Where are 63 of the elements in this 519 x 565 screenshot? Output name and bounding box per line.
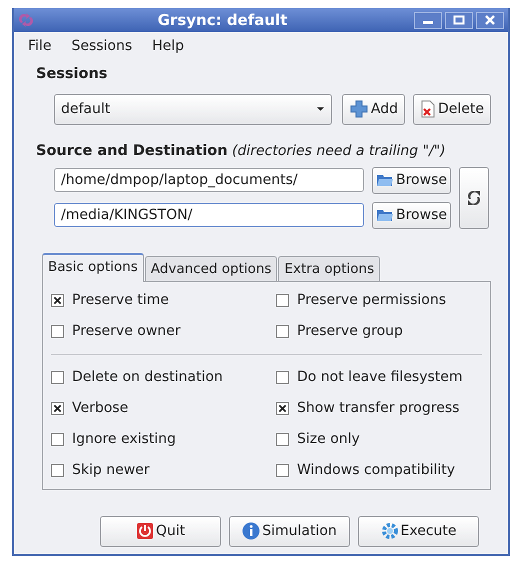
hint-text: (directories need a trailing "/"): [232, 142, 446, 159]
info-icon: [242, 522, 260, 540]
option-label: Do not leave filesystem: [297, 368, 463, 387]
quit-button[interactable]: Quit: [100, 516, 221, 547]
checkbox[interactable]: [276, 432, 289, 446]
close-button[interactable]: [476, 12, 504, 28]
close-icon: [484, 15, 496, 25]
option-label: Ignore existing: [72, 430, 176, 449]
execute-button[interactable]: Execute: [358, 516, 479, 547]
option-label: Preserve owner: [72, 322, 181, 341]
menu-item[interactable]: File: [28, 36, 52, 54]
checkbox[interactable]: [51, 432, 64, 446]
tab[interactable]: Advanced options: [144, 256, 278, 281]
option-label: Verbose: [72, 398, 128, 418]
app-logo-icon: [18, 12, 34, 28]
checkbox[interactable]: [276, 294, 289, 307]
tab[interactable]: Basic options: [42, 252, 144, 282]
refresh-arrows-icon: [466, 190, 482, 206]
option-label: Preserve group: [297, 322, 403, 341]
menu-item[interactable]: Help: [152, 36, 184, 54]
checkbox[interactable]: [51, 402, 64, 415]
check-mark-icon: [53, 296, 62, 305]
folder-icon: [376, 207, 394, 223]
delete-button[interactable]: Delete: [413, 94, 491, 125]
gear-icon: [380, 522, 398, 540]
option-label: Preserve permissions: [297, 290, 446, 310]
session-dropdown[interactable]: default: [54, 94, 332, 125]
option-label: Size only: [297, 430, 360, 449]
checkbox[interactable]: [276, 402, 289, 415]
checkbox[interactable]: [276, 324, 289, 338]
checkbox[interactable]: [51, 324, 64, 338]
folder-icon: [376, 172, 394, 188]
check-mark-icon: [278, 404, 287, 413]
swap-button[interactable]: [458, 166, 489, 228]
window-title: Grsync: default: [156, 10, 288, 31]
check-mark-icon: [53, 404, 62, 413]
checkbox[interactable]: [51, 294, 64, 307]
tab[interactable]: Extra options: [278, 256, 380, 281]
power-icon: [136, 522, 154, 540]
plus-icon: [348, 99, 369, 120]
checkbox[interactable]: [51, 370, 64, 384]
maximize-icon: [453, 15, 465, 25]
checkbox[interactable]: [276, 370, 289, 384]
source-field[interactable]: /home/dmpop/laptop_documents/: [54, 168, 364, 192]
menu-item[interactable]: Sessions: [71, 36, 132, 54]
section-heading: Source and Destination: [36, 142, 228, 159]
simulation-button[interactable]: Simulation: [229, 516, 350, 547]
browse-button[interactable]: Browse: [372, 166, 451, 194]
section-heading: Sessions: [36, 65, 108, 84]
browse-button[interactable]: Browse: [372, 202, 451, 228]
minimize-button[interactable]: [414, 12, 442, 28]
option-label: Windows compatibility: [297, 460, 456, 480]
maximize-button[interactable]: [445, 12, 473, 28]
dropdown-arrow-icon: [316, 106, 325, 112]
checkbox[interactable]: [276, 464, 289, 477]
destination-field[interactable]: /media/KINGSTON/: [54, 203, 364, 227]
option-label: Show transfer progress: [297, 398, 460, 418]
option-label: Delete on destination: [72, 368, 223, 387]
document-delete-icon: [420, 100, 436, 118]
option-label: Preserve time: [72, 290, 169, 310]
option-label: Skip newer: [72, 460, 150, 480]
add-button[interactable]: Add: [342, 94, 405, 125]
checkbox[interactable]: [51, 464, 64, 477]
